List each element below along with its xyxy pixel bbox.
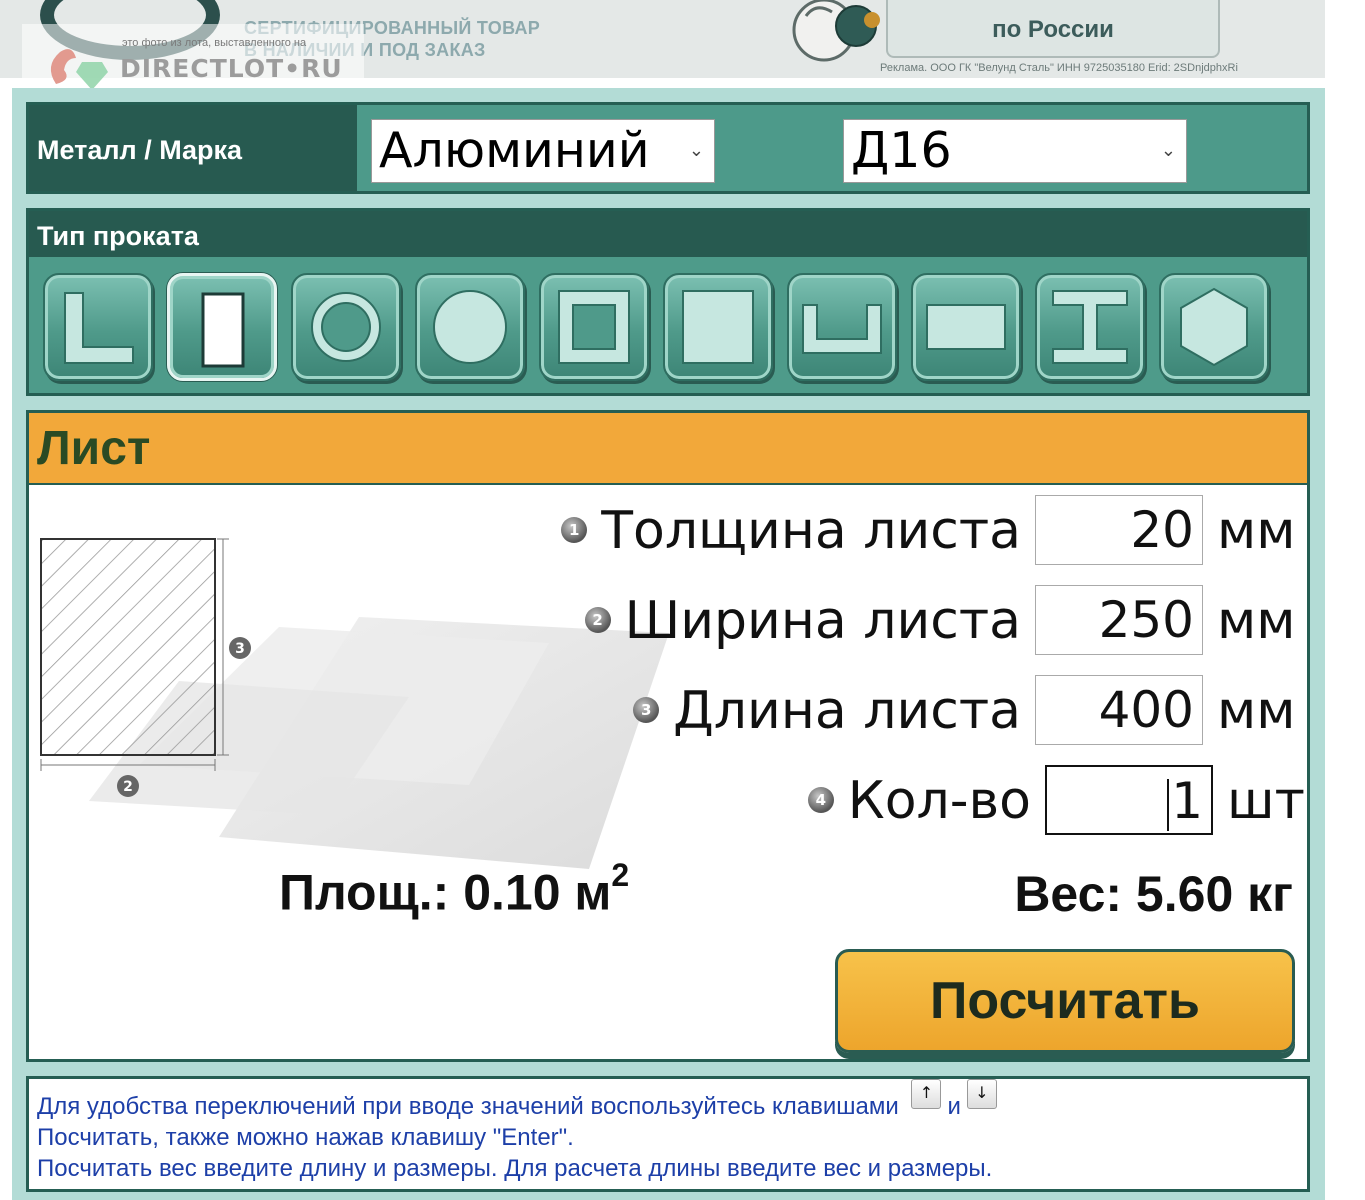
hint-panel: Для удобства переключений при вводе знач… [26, 1076, 1310, 1192]
area-result: Площ.: 0.10 м2 [279, 857, 629, 922]
step-4-badge: 4 [807, 787, 834, 813]
watermark-caption: это фото из лота, выставленного на [122, 37, 307, 49]
quantity-label: 4 Кол-во [807, 771, 1031, 831]
hint-line-3: Посчитать вес введите длину и размеры. Д… [37, 1155, 993, 1182]
width-input[interactable]: 250 [1035, 585, 1203, 655]
metal-grade-row: Металл / Марка Алюминий ⌄ Д16 ⌄ [26, 102, 1310, 194]
grade-select-value: Д16 [851, 122, 952, 179]
step-3-badge: 3 [633, 697, 660, 723]
metal-grade-label: Металл / Марка [37, 135, 243, 165]
metal-select-value: Алюминий [379, 122, 650, 179]
thickness-label-text: Толщина листа [601, 501, 1021, 561]
profile-strip-button[interactable] [911, 273, 1021, 381]
sheet-icon [201, 292, 245, 368]
thickness-input[interactable]: 20 [1035, 495, 1203, 565]
width-label-text: Ширина листа [624, 591, 1021, 651]
hexagon-icon [1180, 287, 1248, 367]
hint-line-1: Для удобства переключений при вводе знач… [37, 1079, 1299, 1122]
chevron-down-icon: ⌄ [688, 140, 704, 161]
profile-type-row: Тип проката [26, 208, 1310, 396]
metal-label-box: Металл / Марка [29, 105, 357, 191]
step-2-badge: 2 [584, 607, 611, 633]
grade-select[interactable]: Д16 ⌄ [843, 119, 1187, 183]
arrow-up-key-icon: ↑ [911, 1079, 942, 1109]
banner-cta-button[interactable]: по России [886, 0, 1220, 58]
thickness-unit: мм [1217, 501, 1296, 561]
pipe-icon [311, 292, 381, 362]
profile-square-bar-button[interactable] [663, 273, 773, 381]
square-bar-icon [682, 290, 754, 364]
square-tube-icon [558, 290, 630, 364]
round-bar-icon [433, 290, 507, 364]
profile-pipe-button[interactable] [291, 273, 401, 381]
angle-icon [64, 292, 134, 364]
i-beam-icon [1052, 290, 1128, 364]
quantity-label-text: Кол-во [847, 771, 1031, 831]
strip-icon [926, 304, 1006, 350]
area-unit-exponent: 2 [611, 857, 630, 893]
hint-line-1-text: Для удобства переключений при вводе знач… [37, 1093, 899, 1120]
quantity-unit: шт [1227, 771, 1305, 831]
hint-and: и [947, 1093, 961, 1120]
profile-hexagon-button[interactable] [1159, 273, 1269, 381]
profile-i-beam-button[interactable] [1035, 273, 1145, 381]
profile-type-header: Тип проката [29, 211, 1307, 257]
length-label-text: Длина листа [673, 681, 1021, 741]
mascot-icon [792, 0, 880, 62]
width-label: 2 Ширина листа [584, 591, 1021, 651]
area-result-text: Площ.: 0.10 м [279, 864, 612, 921]
step-1-badge: 1 [561, 517, 588, 543]
watermark-site: DIRECTLOT•RU [120, 54, 343, 83]
hint-line-2: Посчитать, также можно нажав клавишу "En… [37, 1124, 574, 1151]
arrow-down-key-icon: ↓ [966, 1079, 997, 1109]
calculate-button[interactable]: Посчитать [835, 949, 1295, 1053]
weight-result: Вес: 5.60 кг [1014, 866, 1293, 922]
profile-square-tube-button[interactable] [539, 273, 649, 381]
quantity-value: 1 [1171, 772, 1203, 830]
profile-channel-button[interactable] [787, 273, 897, 381]
profile-angle-button[interactable] [43, 273, 153, 381]
quantity-input[interactable]: 1 [1045, 765, 1213, 835]
calculator-title: Лист [37, 422, 151, 475]
length-input[interactable]: 400 [1035, 675, 1203, 745]
length-label: 3 Длина листа [633, 683, 1021, 739]
text-caret [1167, 778, 1170, 831]
profile-sheet-button[interactable] [167, 273, 277, 381]
dimension-3-label: 3 [235, 641, 245, 657]
calculator-panel: Лист 3 2 1 Толщина листа 20 мм 2 Ширина … [26, 410, 1310, 1062]
profile-round-bar-button[interactable] [415, 273, 525, 381]
thickness-label: 1 Толщина листа [561, 503, 1021, 559]
length-unit: мм [1217, 681, 1296, 741]
width-unit: мм [1217, 591, 1296, 651]
dimension-2-label: 2 [123, 779, 133, 795]
channel-icon [802, 304, 882, 354]
banner-cta-label: по России [992, 16, 1114, 43]
calculator-frame: Металл / Марка Алюминий ⌄ Д16 ⌄ Тип прок… [12, 88, 1325, 1200]
banner-legal-text: Реклама. ООО ГК "Велунд Сталь" ИНН 97250… [880, 62, 1238, 74]
metal-select[interactable]: Алюминий ⌄ [371, 119, 715, 183]
chevron-down-icon: ⌄ [1160, 140, 1176, 161]
calculator-header: Лист [29, 413, 1307, 485]
profile-type-label: Тип проката [37, 221, 199, 251]
